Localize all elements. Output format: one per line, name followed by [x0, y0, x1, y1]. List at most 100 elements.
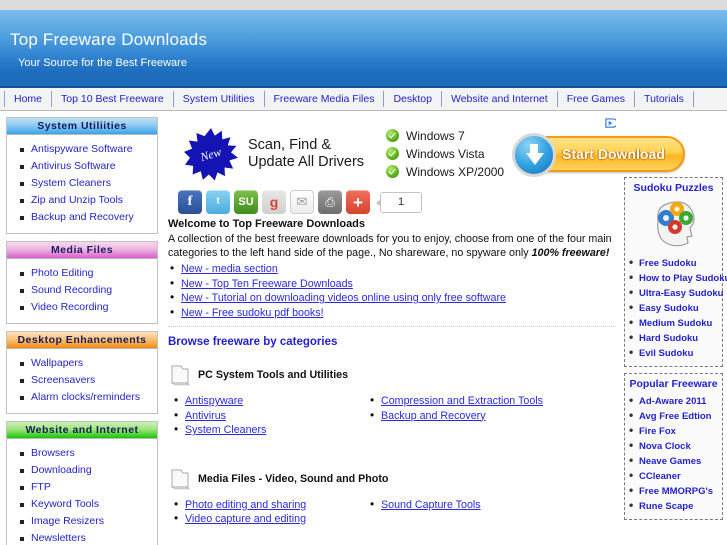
sidebar-list-media-files: Photo Editing Sound Recording Video Reco…: [7, 259, 157, 323]
category-title: PC System Tools and Utilities: [198, 369, 349, 381]
sidebar-list-system-utilities: Antispyware Software Antivirus Software …: [7, 135, 157, 233]
category-column-left: Photo editing and sharing Video capture …: [172, 497, 368, 527]
sidebar-heading-desktop-enhancements: Desktop Enhancements: [7, 332, 157, 349]
nav-item-top-10-best-freeware[interactable]: Top 10 Best Freeware: [52, 91, 174, 107]
start-download-button[interactable]: Start Download: [512, 132, 685, 177]
google-share-icon[interactable]: g: [262, 190, 286, 214]
check-circle-icon: [386, 147, 400, 160]
category-link-backup-recovery[interactable]: Backup and Recovery: [381, 410, 486, 422]
category-link-antispyware[interactable]: Antispyware: [185, 395, 243, 407]
sidebar-item-wallpapers[interactable]: Wallpapers: [20, 355, 157, 372]
nav-item-freeware-media-files[interactable]: Freeware Media Files: [265, 91, 385, 107]
welcome-heading: Welcome to Top Freeware Downloads: [168, 218, 366, 230]
sidebar-item-newsletters[interactable]: Newsletters: [20, 530, 157, 545]
nav-item-desktop[interactable]: Desktop: [384, 91, 442, 107]
nav-item-website-and-internet[interactable]: Website and Internet: [442, 91, 558, 107]
ad-os-row-windows-vista: Windows Vista: [386, 145, 504, 163]
social-share-bar: f ᵗ SU g ✉ ⎙ + 1: [178, 190, 618, 214]
ad-headline: Scan, Find & Update All Drivers: [248, 137, 364, 171]
nav-item-home[interactable]: Home: [4, 91, 53, 107]
sidebar-item-antispyware-software[interactable]: Antispyware Software: [20, 141, 157, 158]
sidebar-item-downloading[interactable]: Downloading: [20, 462, 157, 479]
site-tagline: Your Source for the Best Freeware: [18, 57, 187, 69]
nav-item-tutorials[interactable]: Tutorials: [635, 91, 694, 107]
sidebar-item-free-mmorpgs[interactable]: Free MMORPG's: [629, 483, 720, 499]
category-link-photo-editing-sharing[interactable]: Photo editing and sharing: [185, 499, 306, 511]
adchoices-icon[interactable]: [604, 117, 616, 129]
category-link-system-cleaners[interactable]: System Cleaners: [185, 424, 266, 436]
brain-gears-icon: [627, 198, 720, 250]
sidebar-item-medium-sudoku[interactable]: Medium Sudoku: [629, 315, 720, 331]
sidebar-box-sudoku-puzzles: Sudoku Puzzles Free Sudoku How to Play S…: [624, 177, 727, 367]
twitter-share-icon[interactable]: ᵗ: [206, 190, 230, 214]
news-links-list: New - media section New - Top Ten Freewa…: [168, 261, 618, 320]
sidebar-box-website-and-internet: Website and Internet Browsers Downloadin…: [6, 421, 158, 545]
category-link-video-capture-editing[interactable]: Video capture and editing: [185, 513, 306, 525]
ad-os-label: Windows Vista: [406, 146, 485, 161]
sidebar-list-desktop-enhancements: Wallpapers Screensavers Alarm clocks/rem…: [7, 349, 157, 413]
nav-item-system-utilities[interactable]: System Utilities: [174, 91, 265, 107]
sidebar-box-popular-freeware: Popular Freeware Ad-Aware 2011 Avg Free …: [624, 373, 723, 520]
sidebar-item-zip-and-unzip-tools[interactable]: Zip and Unzip Tools: [20, 192, 157, 209]
sidebar-item-system-cleaners[interactable]: System Cleaners: [20, 175, 157, 192]
sidebar-heading-media-files: Media Files: [7, 242, 157, 259]
sidebar-item-ultra-easy-sudoku[interactable]: Ultra-Easy Sudoku: [629, 285, 723, 301]
category-link-antivirus[interactable]: Antivirus: [185, 410, 226, 422]
news-link-video-tutorial[interactable]: New - Tutorial on downloading videos onl…: [181, 292, 506, 304]
sidebar-item-keyword-tools[interactable]: Keyword Tools: [20, 496, 157, 513]
sidebar-list-sudoku-puzzles: Free Sudoku How to Play Sudoku Ultra-Eas…: [627, 255, 727, 361]
category-link-compression-extraction[interactable]: Compression and Extraction Tools: [381, 395, 543, 407]
check-circle-icon: [386, 165, 400, 178]
sidebar-item-screensavers[interactable]: Screensavers: [20, 372, 157, 389]
sidebar-item-nova-clock[interactable]: Nova Clock: [629, 438, 720, 454]
sidebar-item-avg-free-edition[interactable]: Avg Free Edtion: [629, 408, 720, 424]
browse-categories-heading: Browse freeware by categories: [168, 336, 338, 348]
stumbleupon-share-icon[interactable]: SU: [234, 190, 258, 214]
list-item: New - Tutorial on downloading videos onl…: [168, 290, 618, 306]
email-share-icon[interactable]: ✉: [290, 190, 314, 214]
sidebar-heading-popular-freeware: Popular Freeware: [629, 378, 718, 390]
site-title: Top Freeware Downloads: [10, 30, 208, 49]
ad-os-label: Windows 7: [406, 128, 465, 143]
driver-scan-advertisement[interactable]: New Scan, Find & Update All Drivers Wind…: [178, 117, 685, 188]
news-link-media-section[interactable]: New - media section: [181, 263, 278, 275]
list-item: Photo editing and sharing: [172, 497, 368, 513]
top-strip: [0, 0, 727, 10]
sidebar-item-image-resizers[interactable]: Image Resizers: [20, 513, 157, 530]
sidebar-item-sound-recording[interactable]: Sound Recording: [20, 282, 157, 299]
download-arrow-icon: [512, 132, 557, 177]
list-item: New - Top Ten Freeware Downloads: [168, 276, 618, 292]
print-icon[interactable]: ⎙: [318, 190, 342, 214]
list-item: Video capture and editing: [172, 511, 368, 527]
list-item: Antispyware: [172, 393, 368, 409]
list-item: Antivirus: [172, 408, 368, 424]
sidebar-item-antivirus-software[interactable]: Antivirus Software: [20, 158, 157, 175]
check-circle-icon: [386, 129, 400, 142]
list-item: Sound Capture Tools: [368, 497, 564, 513]
news-link-top-ten[interactable]: New - Top Ten Freeware Downloads: [181, 278, 353, 290]
sidebar-item-backup-and-recovery[interactable]: Backup and Recovery: [20, 209, 157, 226]
sidebar-item-video-recording[interactable]: Video Recording: [20, 299, 157, 316]
category-link-sound-capture-tools[interactable]: Sound Capture Tools: [381, 499, 481, 511]
sidebar-item-browsers[interactable]: Browsers: [20, 445, 157, 462]
sidebar-item-fire-fox[interactable]: Fire Fox: [629, 423, 720, 439]
sidebar-item-hard-sudoku[interactable]: Hard Sudoku: [629, 330, 720, 346]
sidebar-item-ftp[interactable]: FTP: [20, 479, 157, 496]
sidebar-item-neave-games[interactable]: Neave Games: [629, 453, 720, 469]
sidebar-item-free-sudoku[interactable]: Free Sudoku: [629, 255, 720, 271]
sidebar-item-photo-editing[interactable]: Photo Editing: [20, 265, 157, 282]
list-item: Compression and Extraction Tools: [368, 393, 564, 409]
share-count-badge[interactable]: 1: [376, 191, 422, 213]
sidebar-item-alarm-clocks-reminders[interactable]: Alarm clocks/reminders: [20, 389, 157, 406]
more-share-options-icon[interactable]: +: [346, 190, 370, 214]
sidebar-item-ad-aware-2011[interactable]: Ad-Aware 2011: [629, 393, 720, 409]
sidebar-item-easy-sudoku[interactable]: Easy Sudoku: [629, 300, 720, 316]
category-header-media-files: Media Files - Video, Sound and Photo: [170, 468, 618, 490]
sidebar-item-ccleaner[interactable]: CCleaner: [629, 468, 720, 484]
sidebar-item-rune-scape[interactable]: Rune Scape: [629, 498, 720, 514]
sidebar-item-how-to-play-sudoku[interactable]: How to Play Sudoku: [629, 270, 727, 286]
facebook-share-icon[interactable]: f: [178, 190, 202, 214]
news-link-sudoku-pdf-books[interactable]: New - Free sudoku pdf books!: [181, 307, 324, 319]
nav-item-free-games[interactable]: Free Games: [558, 91, 636, 107]
sidebar-item-evil-sudoku[interactable]: Evil Sudoku: [629, 345, 720, 361]
